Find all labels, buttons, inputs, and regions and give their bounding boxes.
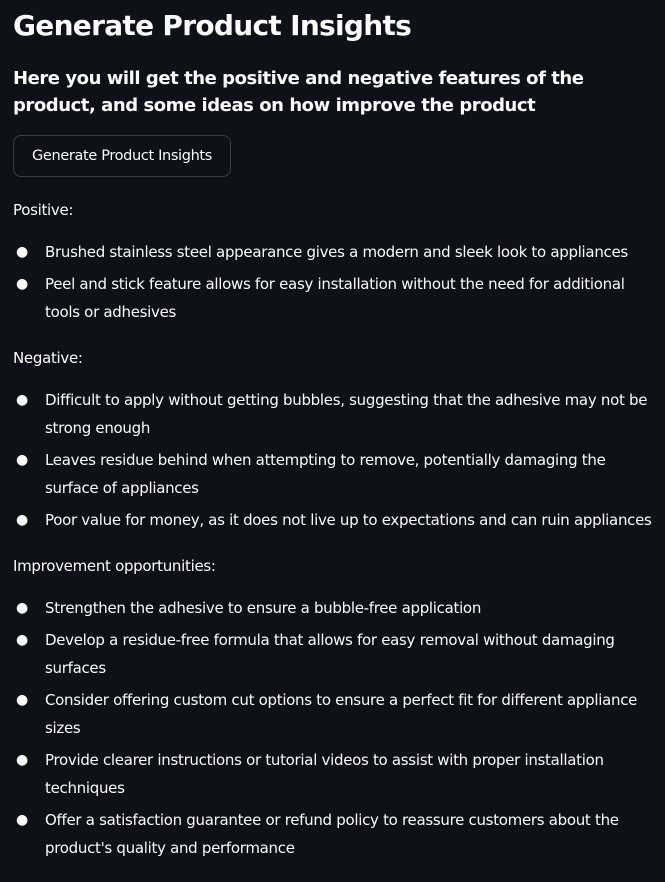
list-item: ● Develop a residue-free formula that all…: [13, 626, 658, 682]
positive-heading: Positive:: [13, 201, 74, 219]
list-item: ● Strengthen the adhesive to ensure a bub…: [13, 594, 658, 622]
list-item-text: Leaves residue behind when attempting to…: [45, 451, 606, 497]
bullet-icon: ●: [16, 392, 28, 408]
list-item: ● Poor value for money, as it does not li…: [13, 506, 658, 534]
list-item: ● Offer a satisfaction guarantee or refun…: [13, 806, 658, 862]
bullet-icon: ●: [16, 244, 28, 260]
list-item-text: Provide clearer instructions or tutorial…: [45, 751, 604, 797]
list-item-text: Brushed stainless steel appearance gives…: [45, 243, 628, 261]
list-item: ● Brushed stainless steel appearance give…: [13, 238, 658, 266]
improvement-list: ● Strengthen the adhesive to ensure a bub…: [13, 594, 658, 862]
bullet-icon: ●: [16, 752, 28, 768]
list-item-text: Strengthen the adhesive to ensure a bubb…: [45, 599, 482, 617]
negative-heading: Negative:: [13, 349, 83, 367]
list-item: ● Provide clearer instructions or tutoria…: [13, 746, 658, 802]
generate-insights-button[interactable]: Generate Product Insights: [13, 135, 231, 177]
bullet-icon: ●: [16, 276, 28, 292]
bullet-icon: ●: [16, 600, 28, 616]
list-item: ● Consider offering custom cut options to…: [13, 686, 658, 742]
bullet-icon: ●: [16, 512, 28, 528]
bullet-icon: ●: [16, 452, 28, 468]
bullet-icon: ●: [16, 632, 28, 648]
list-item-text: Offer a satisfaction guarantee or refund…: [45, 811, 619, 857]
list-item-text: Develop a residue-free formula that allo…: [45, 631, 615, 677]
positive-list: ● Brushed stainless steel appearance give…: [13, 238, 658, 326]
negative-list: ● Difficult to apply without getting bubb…: [13, 386, 658, 534]
list-item-text: Peel and stick feature allows for easy i…: [45, 275, 625, 321]
list-item: ● Leaves residue behind when attempting t…: [13, 446, 658, 502]
list-item-text: Consider offering custom cut options to …: [45, 691, 638, 737]
bullet-icon: ●: [16, 812, 28, 828]
insights-output: Positive: ● Brushed stainless steel appea…: [13, 196, 658, 880]
page-title: Generate Product Insights: [13, 9, 412, 42]
list-item: ● Difficult to apply without getting bubb…: [13, 386, 658, 442]
list-item-text: Poor value for money, as it does not liv…: [45, 511, 652, 529]
list-item: ● Peel and stick feature allows for easy …: [13, 270, 658, 326]
improvement-heading: Improvement opportunities:: [13, 557, 216, 575]
page-subtitle: Here you will get the positive and negat…: [13, 68, 584, 116]
list-item-text: Difficult to apply without getting bubbl…: [45, 391, 648, 437]
bullet-icon: ●: [16, 692, 28, 708]
app-page: Generate Product Insights Here you will …: [0, 0, 665, 882]
